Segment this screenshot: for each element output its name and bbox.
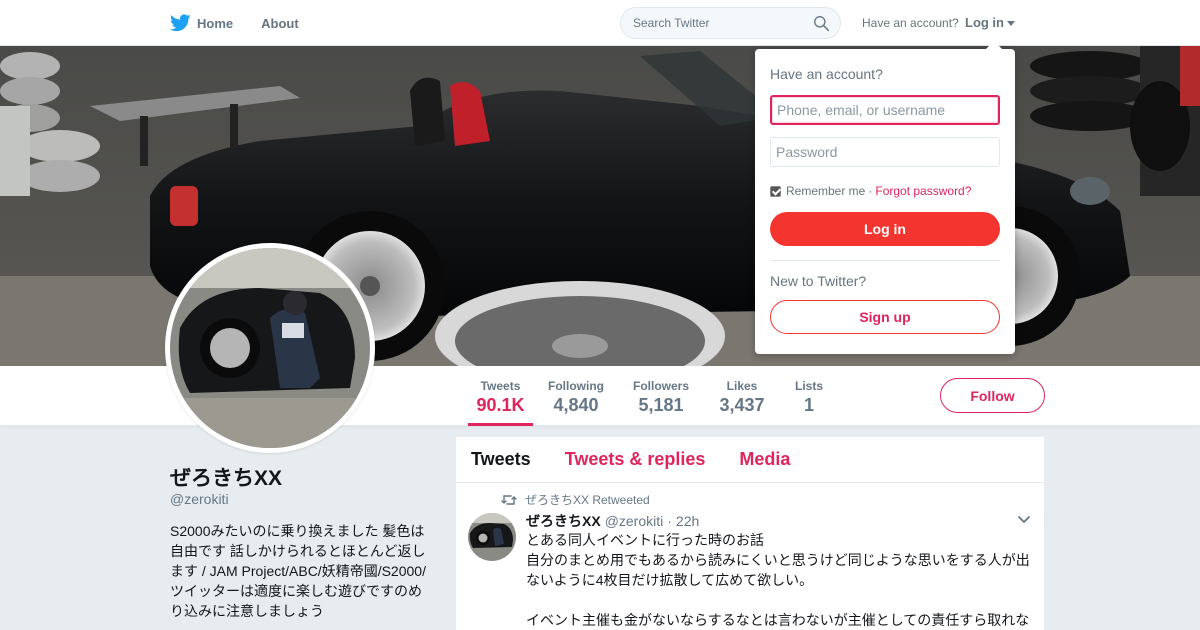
dropdown-title: Have an account? — [770, 66, 883, 82]
search-box[interactable] — [620, 7, 841, 39]
retweet-context-label[interactable]: ぜろきちXX Retweeted — [525, 491, 650, 508]
new-to-twitter-text: New to Twitter? — [770, 273, 867, 289]
stat-following[interactable]: Following 4,840 — [545, 366, 607, 426]
nav-home[interactable]: Home — [170, 14, 233, 32]
forgot-password-link[interactable]: Forgot password? — [875, 184, 971, 198]
nav-home-label: Home — [197, 15, 234, 31]
username-field[interactable] — [770, 95, 1000, 125]
stat-likes[interactable]: Likes 3,437 — [716, 366, 768, 426]
profile-handle[interactable]: @zerokiti — [170, 491, 229, 507]
stat-value: 1 — [803, 395, 814, 415]
password-field[interactable] — [770, 137, 1000, 167]
login-dropdown: Have an account? Remember me · Forgot pa… — [755, 41, 1015, 354]
avatar[interactable] — [170, 248, 370, 448]
signup-button[interactable]: Sign up — [770, 300, 1000, 334]
nav-left: Home About — [170, 0, 327, 46]
login-dropdown-toggle[interactable]: Log in — [965, 15, 1015, 30]
tab-tweets-and-replies[interactable]: Tweets & replies — [565, 449, 706, 470]
stat-label: Tweets — [480, 379, 521, 393]
stat-label: Lists — [794, 379, 823, 393]
avatar-photo — [170, 248, 370, 448]
login-toggle-label: Log in — [965, 15, 1004, 30]
profile-avatar-frame — [165, 243, 375, 453]
tweet-text: とある同人イベントに行った時のお話 自分のまとめ用でもあるから読みにくいと思うけ… — [526, 532, 1030, 628]
dropdown-divider — [770, 260, 1000, 261]
stat-value: 3,437 — [719, 395, 765, 415]
nav-about-label: About — [261, 15, 299, 31]
stat-label: Followers — [632, 379, 689, 393]
search-input[interactable] — [633, 16, 803, 30]
stat-label: Following — [548, 379, 604, 393]
timeline-tabs: Tweets Tweets & replies Media — [456, 437, 1044, 483]
dropdown-arrow — [986, 41, 1002, 49]
follow-button[interactable]: Follow — [940, 378, 1045, 413]
nav-about[interactable]: About — [261, 16, 299, 31]
stat-value: 5,181 — [638, 395, 684, 415]
tweet-timestamp[interactable]: 22h — [676, 513, 699, 529]
remember-separator: · — [868, 184, 873, 198]
retweet-context: ぜろきちXX Retweeted — [501, 491, 650, 508]
remember-me-checkbox[interactable] — [770, 185, 781, 197]
search-icon[interactable] — [813, 15, 830, 32]
tab-media[interactable]: Media — [739, 449, 790, 470]
tab-tweets[interactable]: Tweets — [471, 449, 531, 470]
stat-value: 90.1K — [476, 395, 525, 415]
tweet-avatar-photo — [468, 513, 516, 561]
tweet-author-name[interactable]: ぜろきちXX — [526, 511, 601, 531]
tweet-separator: · — [667, 513, 672, 529]
remember-me-label[interactable]: Remember me — [786, 184, 865, 198]
chevron-down-icon[interactable] — [1017, 515, 1031, 525]
profile-name[interactable]: ぜろきちXX — [170, 462, 282, 492]
tweet-header: ぜろきちXX @zerokiti · 22h — [526, 511, 699, 531]
stat-followers[interactable]: Followers 5,181 — [630, 366, 692, 426]
caret-down-icon — [1007, 20, 1015, 26]
tweet-avatar[interactable] — [468, 513, 516, 561]
top-nav: Home About Have an account? Log in — [0, 0, 1200, 46]
have-account-text: Have an account? — [862, 16, 959, 30]
stat-tweets[interactable]: Tweets 90.1K — [468, 366, 533, 426]
stat-value: 4,840 — [553, 395, 599, 415]
stat-lists[interactable]: Lists 1 — [790, 366, 828, 426]
remember-row: Remember me · Forgot password? — [770, 184, 971, 198]
retweet-icon — [501, 494, 517, 505]
profile-bio: S2000みたいのに乗り換えました 髪色は自由です 話しかけられるとほとんど返し… — [170, 523, 426, 619]
twitter-bird-icon — [170, 14, 191, 32]
tweet-author-handle[interactable]: @zerokiti — [605, 513, 664, 529]
stat-label: Likes — [726, 379, 758, 393]
login-button[interactable]: Log in — [770, 212, 1000, 246]
